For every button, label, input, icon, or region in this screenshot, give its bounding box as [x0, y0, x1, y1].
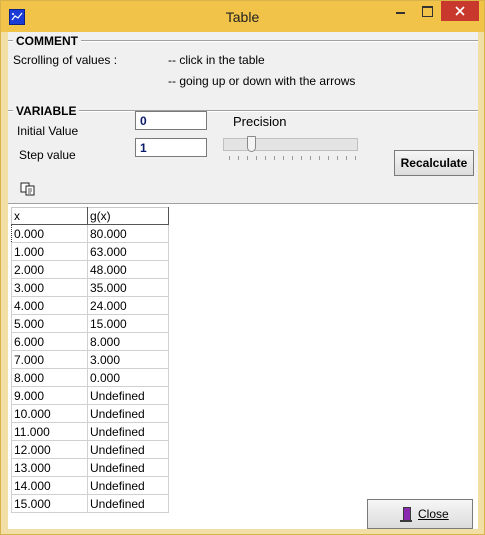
cell-gx[interactable]: 63.000 [87, 242, 169, 261]
close-icon [455, 6, 465, 16]
table-row[interactable]: 14.000 Undefined [11, 476, 169, 495]
cell-gx[interactable]: 15.000 [87, 314, 169, 333]
window-close-button[interactable] [441, 1, 479, 21]
table-row[interactable]: 10.000 Undefined [11, 404, 169, 423]
maximize-button[interactable] [414, 1, 441, 22]
comment-label: Scrolling of values : [13, 53, 118, 67]
cell-x[interactable]: 13.000 [11, 458, 88, 477]
cell-x[interactable]: 2.000 [11, 260, 88, 279]
precision-slider-ticks [229, 156, 356, 160]
table-row[interactable]: 9.000 Undefined [11, 386, 169, 405]
cell-gx[interactable]: 48.000 [87, 260, 169, 279]
cell-gx[interactable]: Undefined [87, 458, 169, 477]
close-button-label: Close [418, 507, 449, 521]
cell-x[interactable]: 1.000 [11, 242, 88, 261]
comment-heading: COMMENT [13, 34, 81, 48]
table-window: Table COMMENT Scrolling of values : -- c… [0, 0, 485, 535]
column-header-gx[interactable]: g(x) [87, 207, 169, 225]
comment-line-2: -- going up or down with the arrows [168, 74, 356, 88]
table-row[interactable]: 2.000 48.000 [11, 260, 169, 279]
initial-value-label: Initial Value [17, 124, 79, 138]
table-row[interactable]: 7.000 3.000 [11, 350, 169, 369]
cell-x[interactable]: 15.000 [11, 494, 88, 513]
cell-gx[interactable]: Undefined [87, 440, 169, 459]
cell-gx[interactable]: 8.000 [87, 332, 169, 351]
values-table[interactable]: x g(x) 0.000 80.000 1.000 63.000 2.000 48.000… [11, 207, 169, 513]
cell-x[interactable]: 3.000 [11, 278, 88, 297]
cell-gx[interactable]: Undefined [87, 476, 169, 495]
column-header-x[interactable]: x [11, 207, 88, 225]
cell-x[interactable]: 0.000 [11, 224, 88, 243]
table-row[interactable]: 11.000 Undefined [11, 422, 169, 441]
cell-x[interactable]: 6.000 [11, 332, 88, 351]
exit-door-icon [400, 507, 412, 522]
cell-gx[interactable]: 80.000 [87, 224, 169, 243]
cell-x[interactable]: 8.000 [11, 368, 88, 387]
precision-slider-track[interactable] [223, 138, 358, 151]
table-row[interactable]: 5.000 15.000 [11, 314, 169, 333]
close-button[interactable]: Close [367, 499, 473, 529]
comment-line-1: -- click in the table [168, 53, 265, 67]
cell-x[interactable]: 12.000 [11, 440, 88, 459]
initial-value-input[interactable]: 0 [135, 111, 207, 130]
cell-x[interactable]: 14.000 [11, 476, 88, 495]
title-bar[interactable]: Table [1, 1, 484, 32]
cell-gx[interactable]: 3.000 [87, 350, 169, 369]
step-value-input[interactable]: 1 [135, 138, 207, 157]
minimize-button[interactable] [387, 1, 414, 22]
values-table-area[interactable]: x g(x) 0.000 80.000 1.000 63.000 2.000 48.000… [8, 203, 478, 529]
table-row[interactable]: 0.000 80.000 [11, 224, 169, 243]
recalculate-button[interactable]: Recalculate [394, 150, 474, 176]
copy-icon[interactable] [20, 182, 36, 196]
precision-slider-thumb[interactable] [247, 136, 256, 152]
table-row[interactable]: 13.000 Undefined [11, 458, 169, 477]
table-row[interactable]: 1.000 63.000 [11, 242, 169, 261]
table-row[interactable]: 4.000 24.000 [11, 296, 169, 315]
cell-x[interactable]: 10.000 [11, 404, 88, 423]
table-row[interactable]: 15.000 Undefined [11, 494, 169, 513]
table-row[interactable]: 3.000 35.000 [11, 278, 169, 297]
step-value-label: Step value [19, 148, 76, 162]
cell-x[interactable]: 9.000 [11, 386, 88, 405]
cell-x[interactable]: 7.000 [11, 350, 88, 369]
table-row[interactable]: 12.000 Undefined [11, 440, 169, 459]
client-area: COMMENT Scrolling of values : -- click i… [8, 32, 478, 529]
precision-label: Precision [233, 114, 287, 129]
cell-gx[interactable]: Undefined [87, 404, 169, 423]
table-row[interactable]: 6.000 8.000 [11, 332, 169, 351]
cell-gx[interactable]: 0.000 [87, 368, 169, 387]
cell-gx[interactable]: 35.000 [87, 278, 169, 297]
cell-gx[interactable]: Undefined [87, 494, 169, 513]
cell-gx[interactable]: Undefined [87, 422, 169, 441]
cell-x[interactable]: 4.000 [11, 296, 88, 315]
table-row[interactable]: 8.000 0.000 [11, 368, 169, 387]
variable-heading: VARIABLE [13, 104, 80, 118]
cell-gx[interactable]: 24.000 [87, 296, 169, 315]
cell-gx[interactable]: Undefined [87, 386, 169, 405]
cell-x[interactable]: 5.000 [11, 314, 88, 333]
cell-x[interactable]: 11.000 [11, 422, 88, 441]
